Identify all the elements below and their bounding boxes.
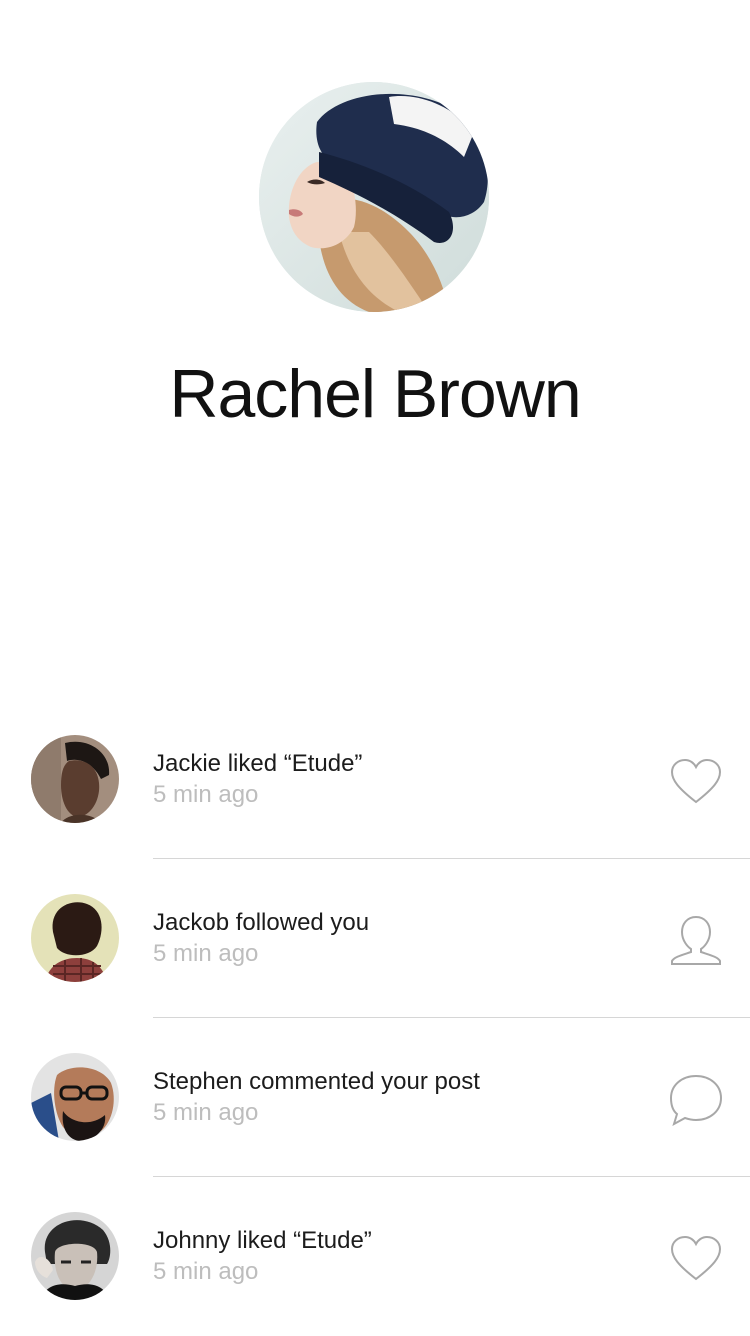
heart-icon[interactable]: [666, 756, 726, 808]
profile-avatar[interactable]: [259, 82, 489, 312]
activity-time: 5 min ago: [153, 940, 259, 967]
avatar[interactable]: [31, 1212, 119, 1300]
profile-name: Rachel Brown: [169, 356, 581, 432]
list-item[interactable]: Johnny liked “Etude” 5 min ago: [0, 1177, 750, 1336]
activity-message: Jackob followed you: [153, 909, 370, 936]
activity-list: Jackie liked “Etude” 5 min ago Jackob fo…: [0, 700, 750, 1336]
activity-time: 5 min ago: [153, 1099, 259, 1126]
comment-icon[interactable]: [666, 1074, 726, 1126]
avatar[interactable]: [31, 1053, 119, 1141]
list-item[interactable]: Stephen commented your post 5 min ago: [0, 1018, 750, 1177]
heart-icon[interactable]: [666, 1233, 726, 1285]
user-icon[interactable]: [666, 915, 726, 967]
activity-message: Johnny liked “Etude”: [153, 1227, 372, 1254]
list-item[interactable]: Jackob followed you 5 min ago: [0, 859, 750, 1018]
activity-time: 5 min ago: [153, 1258, 259, 1285]
list-item[interactable]: Jackie liked “Etude” 5 min ago: [0, 700, 750, 859]
avatar[interactable]: [31, 735, 119, 823]
avatar[interactable]: [31, 894, 119, 982]
activity-message: Jackie liked “Etude”: [153, 750, 363, 777]
activity-message: Stephen commented your post: [153, 1068, 480, 1095]
activity-time: 5 min ago: [153, 781, 259, 808]
profile-photo: [259, 82, 489, 312]
